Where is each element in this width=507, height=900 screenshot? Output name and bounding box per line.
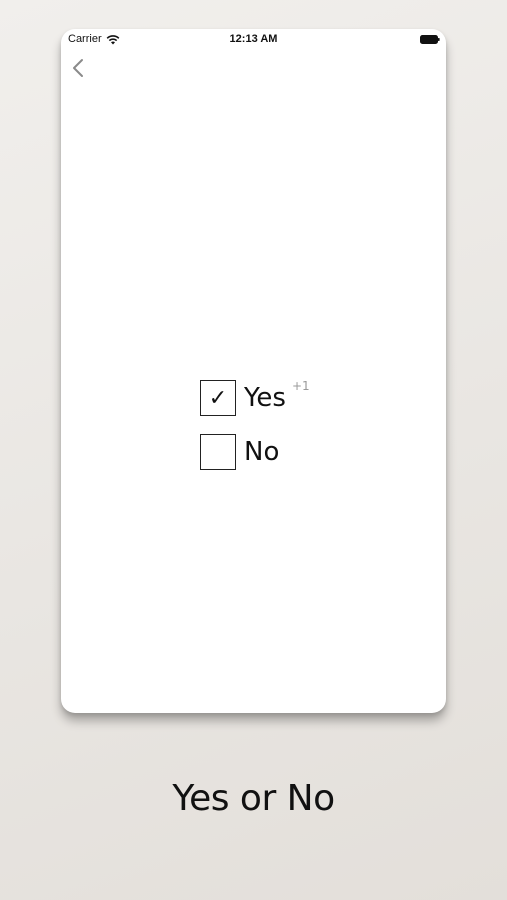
- option-no[interactable]: No: [200, 433, 310, 471]
- chevron-left-icon: [73, 59, 83, 77]
- option-label-no: No: [244, 437, 280, 467]
- battery-icon: [420, 35, 440, 44]
- checkbox-no[interactable]: [200, 434, 236, 470]
- vote-count-yes: +1: [291, 379, 310, 393]
- status-bar: Carrier 12:13 AM: [61, 29, 446, 49]
- option-yes[interactable]: ✓ Yes +1: [200, 379, 310, 417]
- phone-screen: Carrier 12:13 AM ✓ Yes +1 No: [61, 29, 446, 713]
- checkbox-yes[interactable]: ✓: [200, 380, 236, 416]
- poll-options: ✓ Yes +1 No: [200, 379, 310, 487]
- check-mark-icon: ✓: [208, 385, 228, 411]
- back-button[interactable]: [69, 57, 89, 79]
- option-label-yes: Yes: [244, 383, 286, 413]
- caption-title: Yes or No: [172, 778, 335, 819]
- status-time: 12:13 AM: [229, 33, 278, 45]
